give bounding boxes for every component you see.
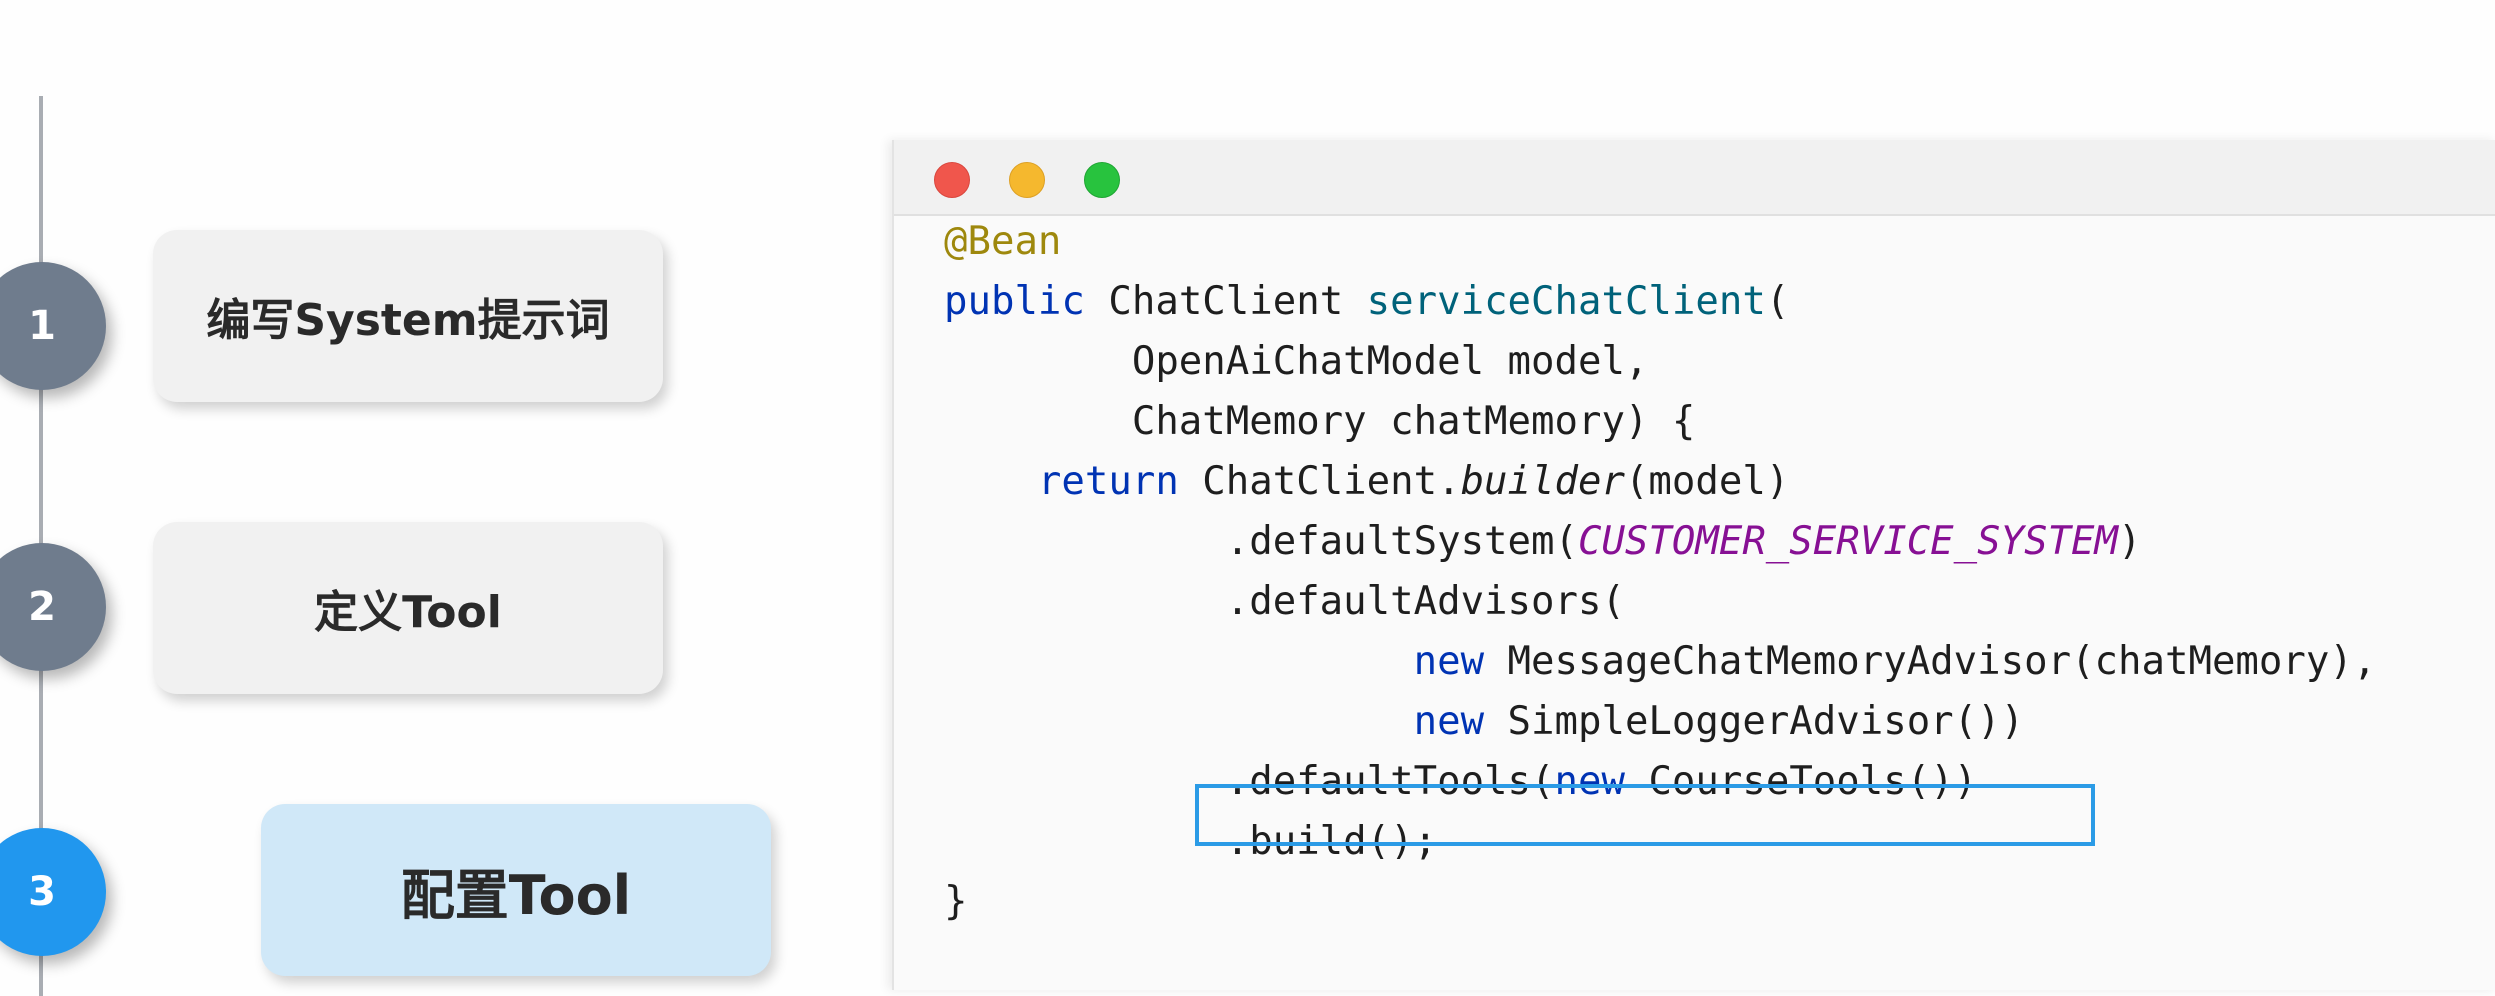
open-paren: (: [1765, 279, 1790, 324]
closing-brace: }: [944, 879, 968, 924]
system-constant: CUSTOMER_SERVICE_SYSTEM: [1577, 519, 2119, 564]
minimize-window-icon[interactable]: [1009, 162, 1045, 198]
keyword-return: return: [1037, 459, 1179, 504]
method-name: serviceChatClient: [1366, 279, 1766, 324]
keyword-public: public: [944, 279, 1085, 324]
step-1-number: 1: [0, 262, 106, 390]
code-line-6: .defaultSystem(CUSTOMER_SERVICE_SYSTEM): [944, 514, 2142, 570]
code-line-3: OpenAiChatModel model,: [944, 334, 1649, 390]
code-editor: @Bean public ChatClient serviceChatClien…: [894, 214, 2495, 990]
keyword-new: new: [1413, 699, 1485, 744]
param-model: OpenAiChatModel model,: [1131, 339, 1649, 384]
close-paren: ): [2118, 519, 2142, 564]
code-line-8: new MessageChatMemoryAdvisor(chatMemory)…: [944, 634, 2377, 690]
code-line-5: return ChatClient.builder(model): [944, 454, 1789, 510]
memory-advisor: MessageChatMemoryAdvisor(chatMemory),: [1507, 639, 2377, 684]
builder-class: ChatClient.: [1202, 459, 1461, 504]
code-line-9: new SimpleLoggerAdvisor()): [944, 694, 2025, 750]
logger-advisor: SimpleLoggerAdvisor()): [1507, 699, 2025, 744]
return-type: ChatClient: [1108, 279, 1344, 324]
default-advisors-call: .defaultAdvisors(: [1225, 579, 1625, 624]
bean-annotation: @Bean: [944, 219, 1062, 264]
code-window: @Bean public ChatClient serviceChatClien…: [892, 140, 2495, 990]
code-line-1: @Bean: [944, 214, 1061, 270]
default-tools-highlight: [1195, 784, 2095, 846]
step-1-card[interactable]: 编写System提示词: [153, 230, 663, 402]
window-title-bar: [894, 140, 2495, 216]
default-system-call: .defaultSystem(: [1225, 519, 1578, 564]
step-3-card[interactable]: 配置Tool: [261, 804, 771, 976]
step-2-number: 2: [0, 543, 106, 671]
param-chat-memory: ChatMemory chatMemory) {: [1131, 399, 1696, 444]
step-3-number: 3: [0, 828, 106, 956]
builder-method: builder: [1460, 459, 1625, 504]
builder-args: (model): [1624, 459, 1790, 504]
close-window-icon[interactable]: [934, 162, 970, 198]
code-line-12: }: [944, 874, 967, 930]
code-line-7: .defaultAdvisors(: [944, 574, 1625, 630]
code-line-4: ChatMemory chatMemory) {: [944, 394, 1696, 450]
code-line-2: public ChatClient serviceChatClient(: [944, 274, 1789, 330]
maximize-window-icon[interactable]: [1084, 162, 1120, 198]
keyword-new: new: [1413, 639, 1485, 684]
step-2-card[interactable]: 定义Tool: [153, 522, 663, 694]
